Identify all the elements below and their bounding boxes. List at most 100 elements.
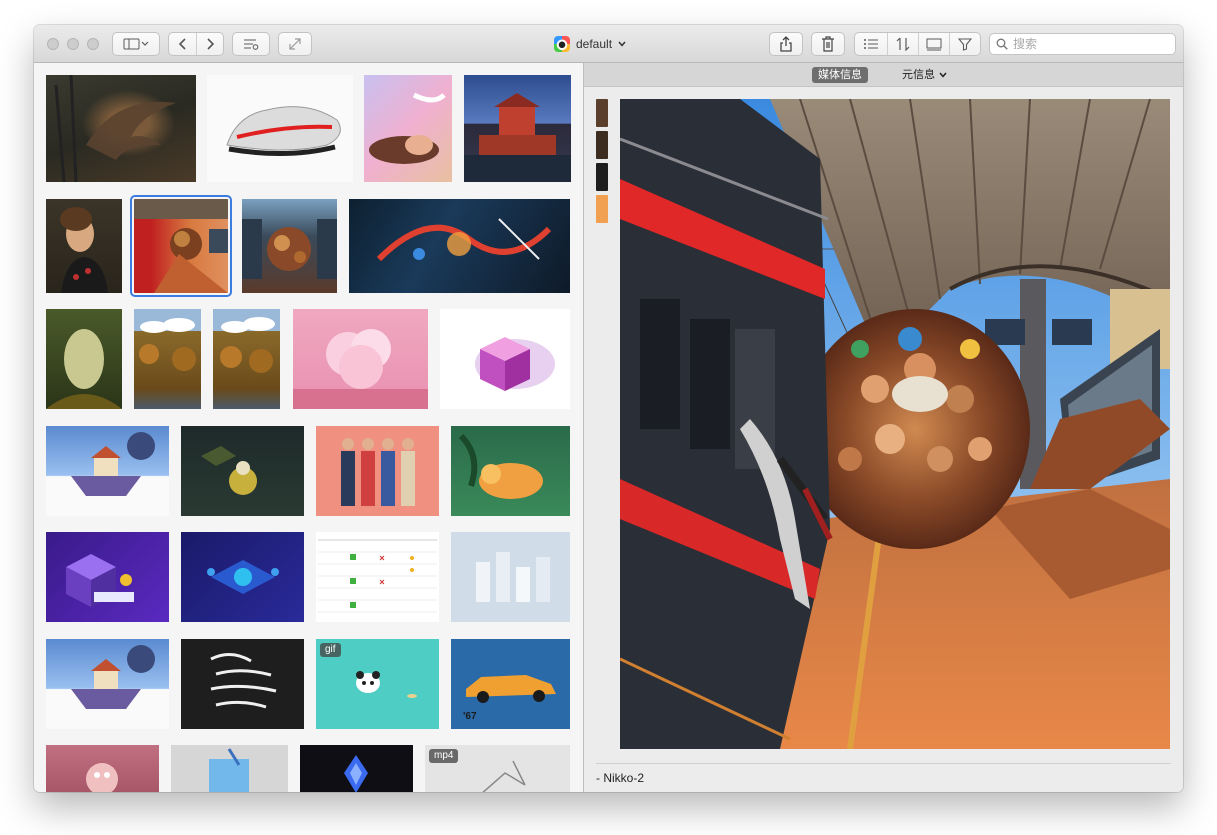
- floating-house-2-art: [71, 645, 155, 709]
- gallery-item-comparison-table[interactable]: [316, 532, 439, 622]
- library-icon: [554, 36, 570, 52]
- share-button[interactable]: [769, 32, 803, 56]
- gallery-item-panda-gif[interactable]: gif: [316, 639, 439, 729]
- filter-button[interactable]: [949, 33, 980, 55]
- library-selector[interactable]: default: [554, 35, 626, 53]
- gallery-item-blue-crystal[interactable]: [300, 745, 413, 792]
- image-caption: - Nikko-2: [596, 771, 645, 785]
- nikko-2-thumb-art: [134, 199, 228, 293]
- tab-meta-info-label: 元信息: [902, 68, 935, 81]
- abstract-dragon-art: [376, 218, 552, 262]
- glass-water-art: [209, 748, 249, 792]
- tab-media-info[interactable]: 媒体信息: [812, 67, 868, 83]
- blockchain-art: [207, 560, 279, 594]
- isometric-city-art: [476, 552, 550, 602]
- eagle-art: [54, 75, 176, 182]
- inspector-button[interactable]: [918, 33, 949, 55]
- gallery-item-lantern-fox[interactable]: [181, 426, 304, 516]
- gallery-item-pink-creature[interactable]: [46, 745, 159, 792]
- sort-button[interactable]: [887, 33, 918, 55]
- nikko-1-art: [242, 219, 337, 279]
- gallery-item-floating-house[interactable]: [46, 426, 169, 516]
- gallery-item-pink-clouds[interactable]: [293, 309, 428, 409]
- sidebar-icon: [123, 38, 149, 50]
- chevron-down-icon: [939, 72, 947, 78]
- back-button[interactable]: [169, 33, 196, 55]
- gallery-item-fashion-people[interactable]: [316, 426, 439, 516]
- gallery-item-isometric-pink-box[interactable]: [440, 309, 570, 409]
- blue-crystal-art: [344, 755, 368, 792]
- lettering-art: [210, 653, 277, 709]
- lantern-fox-art: [201, 446, 257, 495]
- gallery-item-nikko-1[interactable]: [242, 199, 337, 293]
- gallery-item-sleeping-girl[interactable]: [364, 75, 452, 182]
- gallery-item-portrait-woman[interactable]: [46, 199, 122, 293]
- autumn-castle-2-art: [220, 317, 275, 373]
- gallery-item-pagoda-city[interactable]: [464, 75, 571, 182]
- forward-button[interactable]: [196, 33, 223, 55]
- app-window: default 搜索 gif '67 mp4 媒体信息 元信息 - Nikko-…: [34, 25, 1183, 792]
- gallery-item-forest-cave[interactable]: [46, 309, 122, 409]
- gallery-item-eagle-warrior[interactable]: [46, 75, 196, 182]
- navigation-buttons: [168, 32, 224, 56]
- expand-icon: [289, 38, 301, 50]
- sort-icon: [896, 37, 910, 51]
- fullscreen-button[interactable]: [278, 32, 312, 56]
- svg-text:'67: '67: [463, 711, 477, 722]
- library-name: default: [576, 37, 613, 51]
- list-icon: [864, 39, 878, 49]
- gallery-grid: gif '67 mp4: [34, 63, 583, 792]
- color-swatch-3[interactable]: [596, 163, 608, 191]
- color-swatch-1[interactable]: [596, 99, 608, 127]
- inspector-tabs: 媒体信息 元信息: [584, 63, 1183, 87]
- autumn-castle-1-art: [139, 318, 196, 371]
- gallery-item-nikko-2[interactable]: [130, 195, 232, 297]
- search-field[interactable]: [989, 33, 1176, 55]
- sneaker-art: [226, 106, 341, 157]
- comparison-table-art: [318, 539, 437, 613]
- gallery-item-floating-house-2[interactable]: [46, 639, 169, 729]
- gallery-item-isometric-city[interactable]: [451, 532, 570, 622]
- toolbar: default: [34, 25, 1183, 63]
- orange-car-art: '67: [463, 675, 556, 722]
- pagoda-art: [464, 93, 571, 182]
- gallery-item-sleeping-fox[interactable]: [451, 426, 570, 516]
- tab-meta-info[interactable]: 元信息: [902, 67, 947, 83]
- color-swatch-2[interactable]: [596, 131, 608, 159]
- search-input[interactable]: [1013, 37, 1163, 51]
- filter-settings-button[interactable]: [232, 32, 270, 56]
- chevron-down-icon: [618, 41, 626, 47]
- gallery-item-crypto-safe[interactable]: [46, 532, 169, 622]
- gallery-item-sneaker-sketch[interactable]: [207, 75, 353, 182]
- sleeping-girl-art: [369, 92, 446, 164]
- gallery-item-lettering-poster[interactable]: [181, 639, 304, 729]
- sidebar-toggle-button[interactable]: [112, 32, 160, 56]
- gallery-item-glass-water[interactable]: [171, 745, 288, 792]
- view-options: [854, 32, 981, 56]
- chevron-left-icon: [178, 38, 186, 50]
- inspector-panel: 媒体信息 元信息 - Nikko-2: [584, 63, 1183, 792]
- gallery-item-orange-car[interactable]: '67: [451, 639, 570, 729]
- gallery-item-autumn-castle-2[interactable]: [213, 309, 280, 409]
- badge-mp4: mp4: [429, 749, 459, 763]
- gallery-item-autumn-castle-1[interactable]: [134, 309, 201, 409]
- filter-icon: [958, 38, 972, 51]
- delete-button[interactable]: [811, 32, 845, 56]
- chevron-right-icon: [207, 38, 214, 50]
- pink-creature-art: [86, 763, 118, 792]
- list-view-button[interactable]: [855, 33, 887, 55]
- gallery-item-sketch-video[interactable]: mp4: [425, 745, 570, 792]
- zoom-window-button[interactable]: [87, 38, 99, 50]
- color-swatch-4[interactable]: [596, 195, 608, 223]
- fashion-people-art: [341, 438, 415, 506]
- gallery-item-isometric-blockchain[interactable]: [181, 532, 304, 622]
- crypto-safe-art: [66, 554, 134, 607]
- minimize-window-button[interactable]: [67, 38, 79, 50]
- close-window-button[interactable]: [47, 38, 59, 50]
- share-icon: [780, 36, 792, 52]
- trash-icon: [822, 36, 834, 52]
- list-settings-icon: [244, 39, 259, 50]
- preview-image: [620, 99, 1170, 749]
- gallery-item-abstract-dragon[interactable]: [349, 199, 570, 293]
- forest-cave-art: [46, 329, 122, 409]
